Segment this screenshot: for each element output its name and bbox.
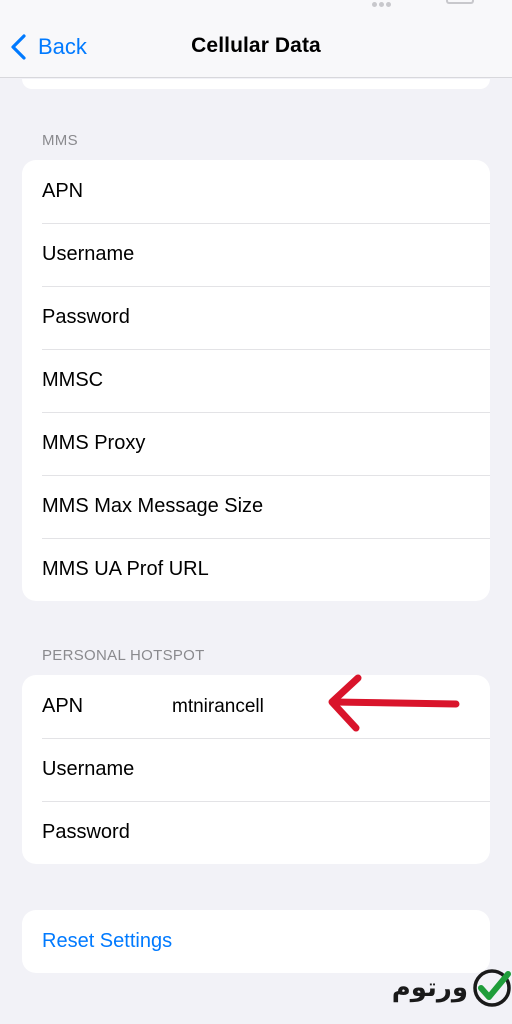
field-label: Password: [42, 306, 130, 328]
field-label: APN: [42, 180, 84, 202]
watermark-text: ورتوم: [391, 973, 468, 1003]
field-label: Username: [42, 758, 135, 780]
hotspot-apn-value[interactable]: mtnirancell: [172, 696, 264, 718]
watermark-logo: ورتوم: [368, 966, 512, 1010]
mms-proxy-field[interactable]: MMS Proxy: [22, 412, 490, 475]
mmsc-field[interactable]: MMSC: [22, 349, 490, 412]
hotspot-username-field[interactable]: Username: [22, 738, 490, 801]
battery-icon: [446, 0, 474, 4]
mms-apn-field[interactable]: APN: [22, 160, 490, 223]
reset-settings-button[interactable]: Reset Settings: [22, 910, 490, 973]
page-title: Cellular Data: [191, 34, 321, 57]
mms-max-message-size-field[interactable]: MMS Max Message Size: [22, 475, 490, 538]
field-label: MMS Max Message Size: [42, 495, 264, 517]
mms-password-field[interactable]: Password: [22, 286, 490, 349]
previous-section-card-edge: [22, 79, 490, 89]
field-label: MMSC: [42, 369, 104, 391]
reset-label: Reset Settings: [42, 930, 173, 952]
mms-username-field[interactable]: Username: [22, 223, 490, 286]
field-label: MMS Proxy: [42, 432, 146, 454]
navigation-bar: Back Cellular Data: [0, 0, 512, 78]
field-label: MMS UA Prof URL: [42, 558, 209, 580]
annotation-arrow-icon: [328, 674, 460, 732]
hotspot-password-field[interactable]: Password: [22, 801, 490, 864]
signal-indicator: [372, 0, 396, 7]
checkmark-icon: [473, 969, 511, 1007]
reset-card: Reset Settings: [22, 910, 490, 973]
mms-section-header: MMS: [42, 132, 78, 149]
field-label: APN: [42, 695, 84, 717]
hotspot-section-header: PERSONAL HOTSPOT: [42, 647, 205, 664]
field-label: Username: [42, 243, 135, 265]
mms-settings-card: APN Username Password MMSC MMS Proxy MMS…: [22, 160, 490, 601]
field-label: Password: [42, 821, 130, 843]
mms-ua-prof-url-field[interactable]: MMS UA Prof URL: [22, 538, 490, 601]
